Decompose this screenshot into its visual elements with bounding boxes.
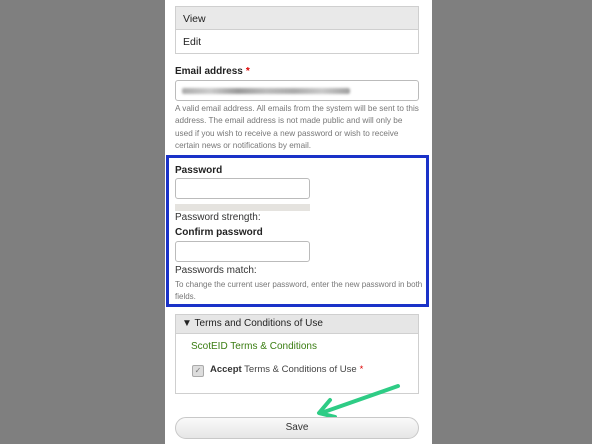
email-value-blurred (182, 88, 350, 94)
accept-required-mark: * (359, 364, 364, 375)
email-description: A valid email address. All emails from t… (175, 104, 419, 151)
terms-header-text: Terms and Conditions of Use (194, 318, 323, 329)
confirm-password-input[interactable] (175, 241, 310, 262)
password-input[interactable] (175, 178, 310, 199)
accept-terms-text: Terms & Conditions of Use (244, 364, 357, 375)
password-label: Password (175, 165, 223, 176)
tab-edit[interactable]: Edit (175, 29, 419, 54)
scoteid-terms-link[interactable]: ScotEID Terms & Conditions (191, 341, 317, 352)
collapse-triangle-icon: ▼ (182, 318, 192, 329)
email-field[interactable] (175, 80, 419, 101)
email-label: Email address * (175, 66, 250, 77)
passwords-match-label: Passwords match: (175, 265, 257, 276)
confirm-password-label: Confirm password (175, 227, 263, 238)
password-strength-label: Password strength: (175, 212, 261, 223)
tab-list: View Edit (175, 6, 419, 54)
tab-view[interactable]: View (175, 6, 419, 30)
email-required-mark: * (245, 66, 250, 77)
terms-header[interactable]: ▼ Terms and Conditions of Use (176, 315, 418, 334)
accept-terms-row: ✓ Accept Terms & Conditions of Use * (192, 364, 363, 377)
email-label-text: Email address (175, 66, 243, 77)
save-button[interactable]: Save (175, 417, 419, 439)
accept-terms-checkbox[interactable]: ✓ (192, 365, 204, 377)
accept-bold-text: Accept (210, 364, 242, 375)
password-description: To change the current user password, ent… (175, 280, 423, 301)
password-strength-bar (175, 204, 310, 211)
annotation-arrow-icon (317, 384, 400, 418)
